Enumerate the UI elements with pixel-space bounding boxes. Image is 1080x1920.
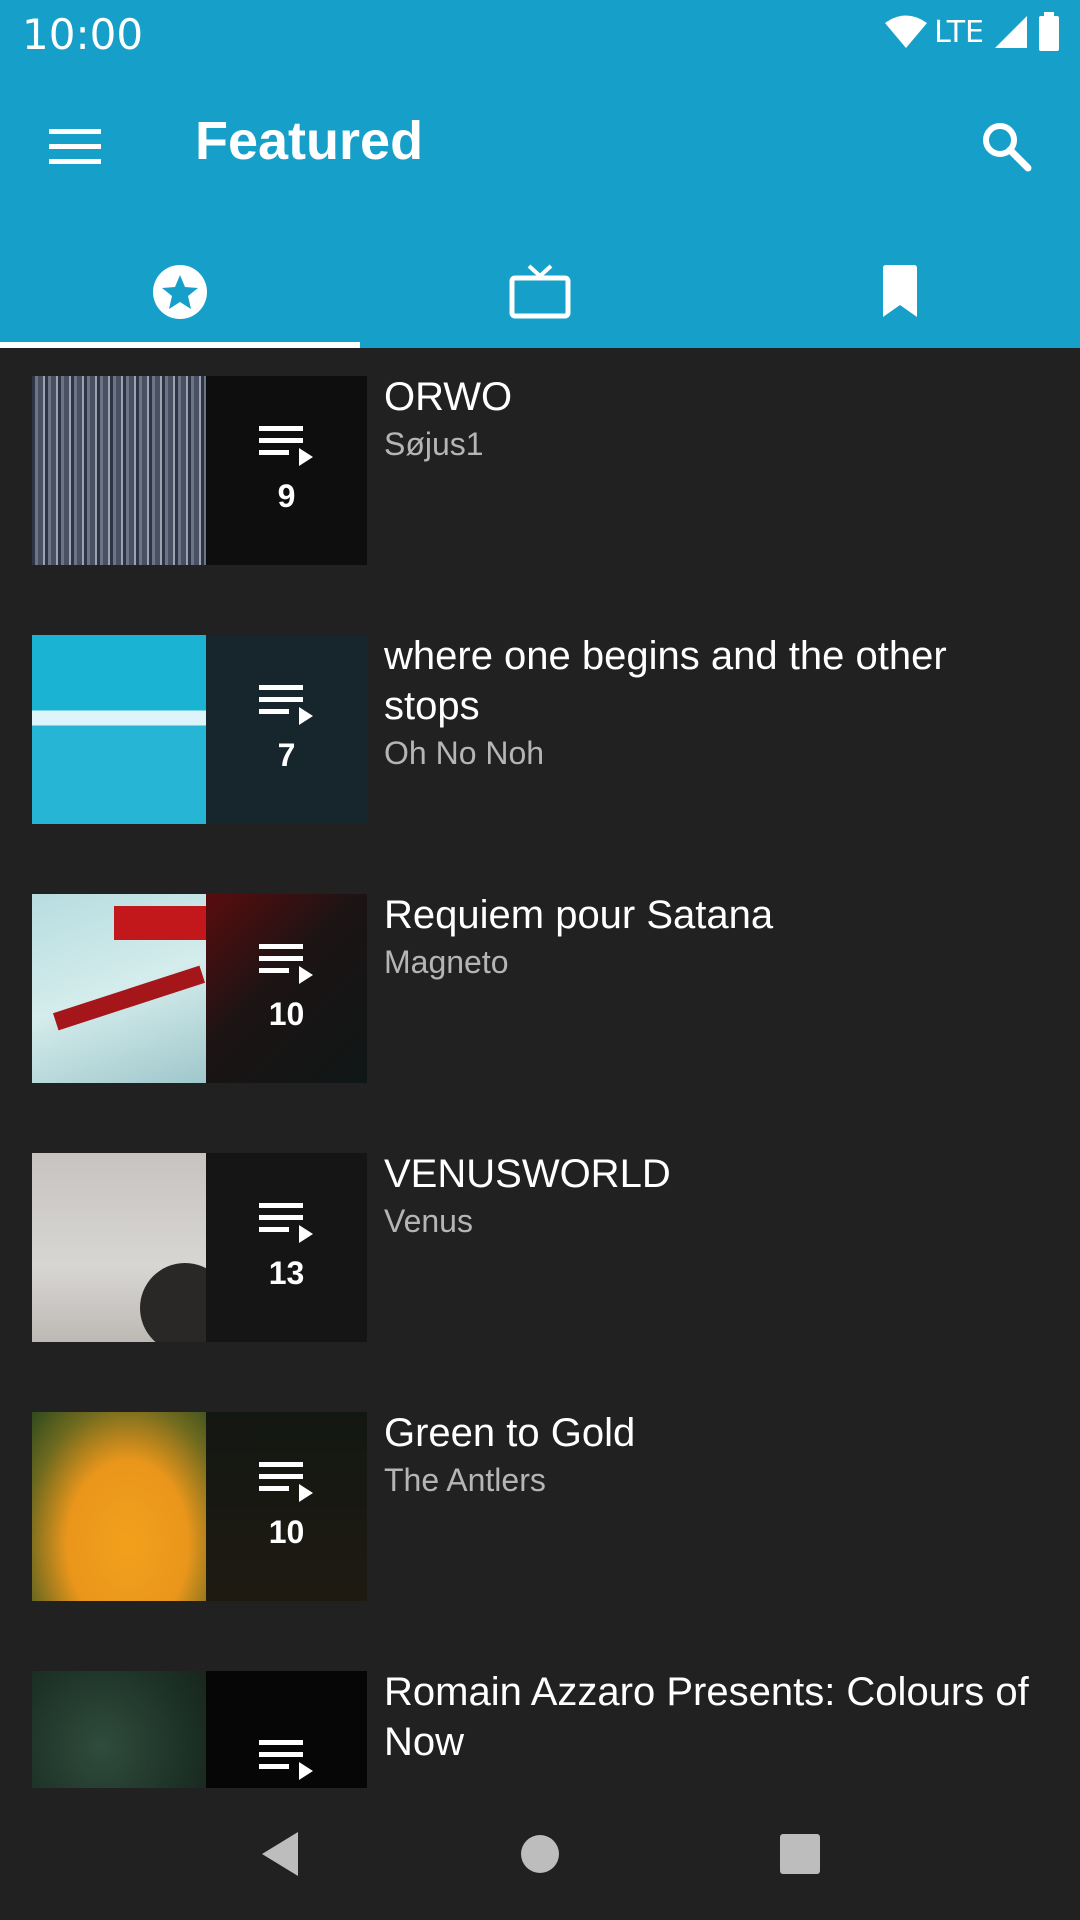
menu-icon xyxy=(49,129,101,164)
playlist-artist: Oh No Noh xyxy=(384,735,545,771)
playlist-title: Requiem pour Satana xyxy=(384,893,774,937)
playlist-title: where one begins and the other stops xyxy=(384,634,947,728)
track-count: 9 xyxy=(277,478,296,514)
track-count: 10 xyxy=(268,1514,305,1550)
playlist-thumbnail: 13 xyxy=(32,1153,367,1342)
playlist-play-icon xyxy=(258,1462,313,1502)
playlist-overlay xyxy=(206,1671,367,1788)
playlist-artist: Søjus1 xyxy=(384,426,484,462)
playlist-title: ORWO xyxy=(384,375,513,419)
playlist-item[interactable]: 10 Green to Gold The Antlers xyxy=(0,1384,1080,1642)
battery-icon xyxy=(1039,12,1059,51)
playlist-overlay: 7 xyxy=(206,635,367,824)
art-detail xyxy=(52,965,206,1031)
album-art xyxy=(32,1153,230,1342)
album-art xyxy=(32,376,206,565)
art-detail xyxy=(114,906,206,940)
playlist-overlay: 13 xyxy=(206,1153,367,1342)
playlist-thumbnail: 10 xyxy=(32,1412,367,1601)
playlist-play-icon xyxy=(258,426,313,466)
network-type: LTE xyxy=(934,14,984,50)
track-count: 13 xyxy=(268,1255,305,1291)
album-art xyxy=(32,635,206,824)
playlist-item[interactable]: 10 Requiem pour Satana Magneto xyxy=(0,866,1080,1124)
tab-bar xyxy=(0,236,1080,348)
playlist-title: VENUSWORLD xyxy=(384,1152,671,1196)
bookmark-icon xyxy=(883,265,917,317)
playlist-item[interactable]: 13 VENUSWORLD Venus xyxy=(0,1125,1080,1383)
playlist-thumbnail: 7 xyxy=(32,635,367,824)
tv-icon xyxy=(509,264,571,319)
playlist-play-icon xyxy=(258,1739,313,1780)
recents-icon xyxy=(780,1834,820,1874)
playlist-item[interactable]: Romain Azzaro Presents: Colours of Now xyxy=(0,1643,1080,1788)
playlist-title: Green to Gold xyxy=(384,1411,636,1455)
playlist-overlay: 10 xyxy=(206,1412,367,1601)
playlist-artist: Magneto xyxy=(384,944,509,980)
playlist-overlay: 9 xyxy=(206,376,367,565)
lte-signal-icon xyxy=(995,16,1027,48)
playlist-thumbnail: 9 xyxy=(32,376,367,565)
playlist-artist: Venus xyxy=(384,1203,473,1239)
nav-recents-button[interactable] xyxy=(755,1809,845,1899)
search-icon xyxy=(983,123,1032,172)
playlist-overlay: 10 xyxy=(206,894,367,1083)
playlist-play-icon xyxy=(258,685,313,725)
tab-bookmarks[interactable] xyxy=(720,236,1080,348)
tab-tv[interactable] xyxy=(360,236,720,348)
status-bar: 10:00 LTE xyxy=(0,0,1080,66)
playlist-artist: The Antlers xyxy=(384,1462,546,1498)
album-art xyxy=(32,894,206,1083)
star-circle-icon xyxy=(153,265,207,319)
home-icon xyxy=(521,1835,559,1873)
playlist-title: Romain Azzaro Presents: Colours of Now xyxy=(384,1670,1029,1764)
menu-button[interactable] xyxy=(42,114,108,180)
album-art xyxy=(32,1671,206,1788)
page-title: Featured xyxy=(195,111,424,171)
playlist-item[interactable]: 9 ORWO Søjus1 xyxy=(0,348,1080,606)
playlist-play-icon xyxy=(258,944,313,984)
wifi-icon xyxy=(885,15,928,48)
playlist-item[interactable]: 7 where one begins and the other stops O… xyxy=(0,607,1080,865)
app-bar: Featured xyxy=(0,66,1080,348)
status-time: 10:00 xyxy=(22,10,144,59)
playlist-play-icon xyxy=(258,1203,313,1243)
tab-featured[interactable] xyxy=(0,236,360,348)
nav-home-button[interactable] xyxy=(495,1809,585,1899)
playlist-list: 9 ORWO Søjus1 7 where one begins and the… xyxy=(0,348,1080,1788)
track-count: 10 xyxy=(268,996,305,1032)
status-icons: LTE xyxy=(884,12,1060,52)
back-icon xyxy=(262,1832,298,1876)
playlist-thumbnail: 10 xyxy=(32,894,367,1083)
nav-back-button[interactable] xyxy=(235,1809,325,1899)
track-count: 7 xyxy=(277,737,296,773)
system-nav-bar xyxy=(0,1788,1080,1920)
playlist-thumbnail xyxy=(32,1671,367,1788)
search-button[interactable] xyxy=(966,106,1046,186)
album-art xyxy=(32,1412,206,1601)
